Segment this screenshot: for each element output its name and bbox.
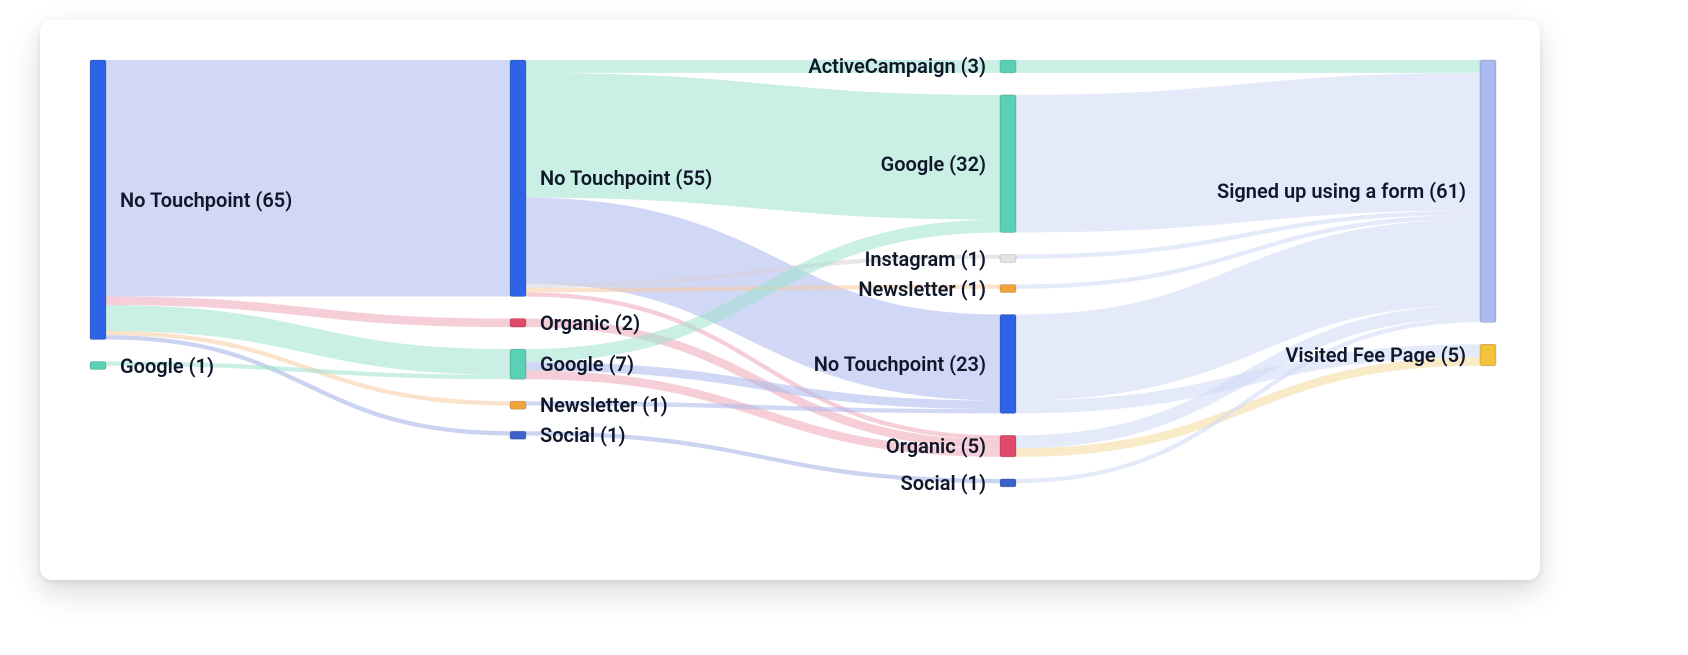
sankey-node[interactable]: [1480, 60, 1496, 322]
sankey-node[interactable]: [1480, 344, 1496, 366]
sankey-node[interactable]: [1000, 285, 1016, 293]
sankey-node[interactable]: [510, 431, 526, 439]
sankey-node[interactable]: [510, 349, 526, 379]
sankey-node[interactable]: [1000, 60, 1016, 73]
sankey-node[interactable]: [1000, 315, 1016, 414]
sankey-chart: [40, 20, 1540, 580]
sankey-node[interactable]: [90, 362, 106, 370]
sankey-link: [526, 135, 1000, 157]
sankey-link: [1016, 142, 1480, 164]
sankey-node[interactable]: [1000, 435, 1016, 457]
chart-stage: No Touchpoint (65)Google (1)No Touchpoin…: [0, 0, 1688, 655]
chart-card: No Touchpoint (65)Google (1)No Touchpoin…: [40, 20, 1540, 580]
sankey-node[interactable]: [1000, 255, 1016, 263]
sankey-node[interactable]: [510, 401, 526, 409]
sankey-node[interactable]: [510, 319, 526, 328]
sankey-node[interactable]: [1000, 479, 1016, 487]
sankey-node[interactable]: [1000, 95, 1016, 233]
sankey-node[interactable]: [90, 60, 106, 340]
sankey-node[interactable]: [510, 60, 526, 297]
